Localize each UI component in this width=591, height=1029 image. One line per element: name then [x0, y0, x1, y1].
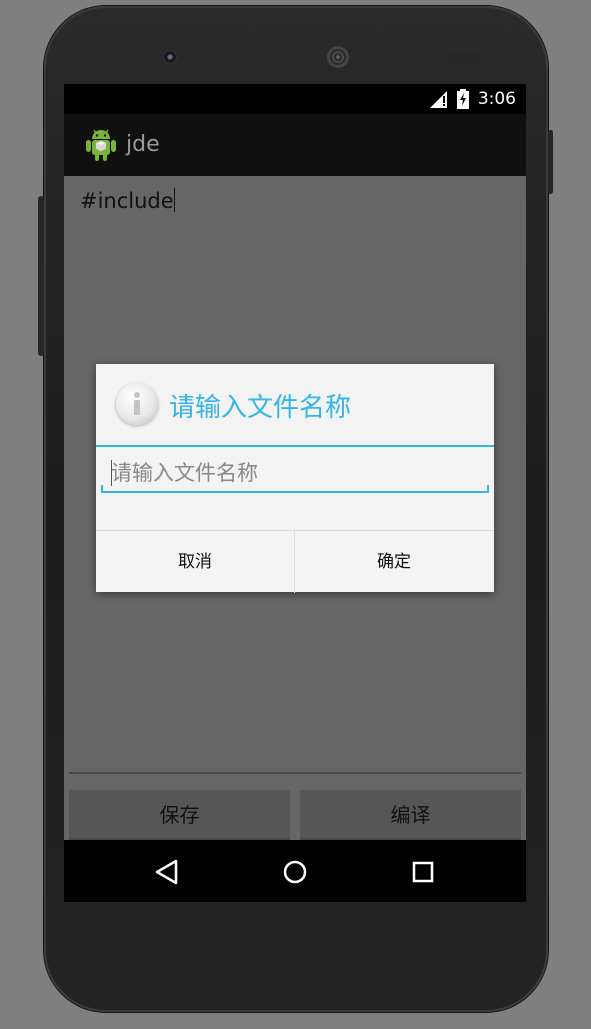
status-bar: 3:06 [64, 84, 526, 114]
home-icon[interactable] [280, 857, 310, 887]
front-camera [163, 50, 177, 64]
input-underline [101, 491, 489, 493]
editor-text: #include [80, 189, 174, 213]
save-button[interactable]: 保存 [69, 790, 290, 840]
status-time: 3:06 [477, 89, 516, 109]
title-divider [96, 445, 494, 447]
power-button [548, 130, 553, 194]
battery-icon [457, 89, 469, 109]
input-cursor [111, 460, 112, 486]
confirm-button[interactable]: 确定 [295, 531, 493, 593]
light-sensor [468, 52, 476, 60]
back-icon[interactable] [152, 857, 182, 887]
cancel-button[interactable]: 取消 [96, 531, 294, 593]
text-cursor [173, 188, 175, 212]
input-underline-left-tick [101, 485, 103, 492]
app-title: jde [126, 132, 160, 157]
recents-icon[interactable] [408, 857, 438, 887]
info-icon [116, 383, 158, 425]
action-bar: jde [64, 114, 526, 176]
proximity-sensor [452, 52, 460, 60]
speaker-grille [327, 46, 349, 68]
code-editor[interactable]: #include [80, 188, 175, 213]
input-underline-right-tick [487, 485, 489, 492]
dialog-button-row: 取消 确定 [96, 530, 494, 593]
android-icon [86, 129, 116, 161]
volume-button [38, 196, 44, 356]
compile-button[interactable]: 编译 [300, 790, 521, 840]
editor-underline [69, 772, 521, 774]
navigation-bar [64, 842, 526, 902]
signal-icon [430, 91, 447, 108]
filename-input[interactable] [101, 454, 489, 492]
filename-dialog: 请输入文件名称 取消 确定 [96, 364, 494, 593]
dialog-title: 请输入文件名称 [169, 393, 352, 423]
